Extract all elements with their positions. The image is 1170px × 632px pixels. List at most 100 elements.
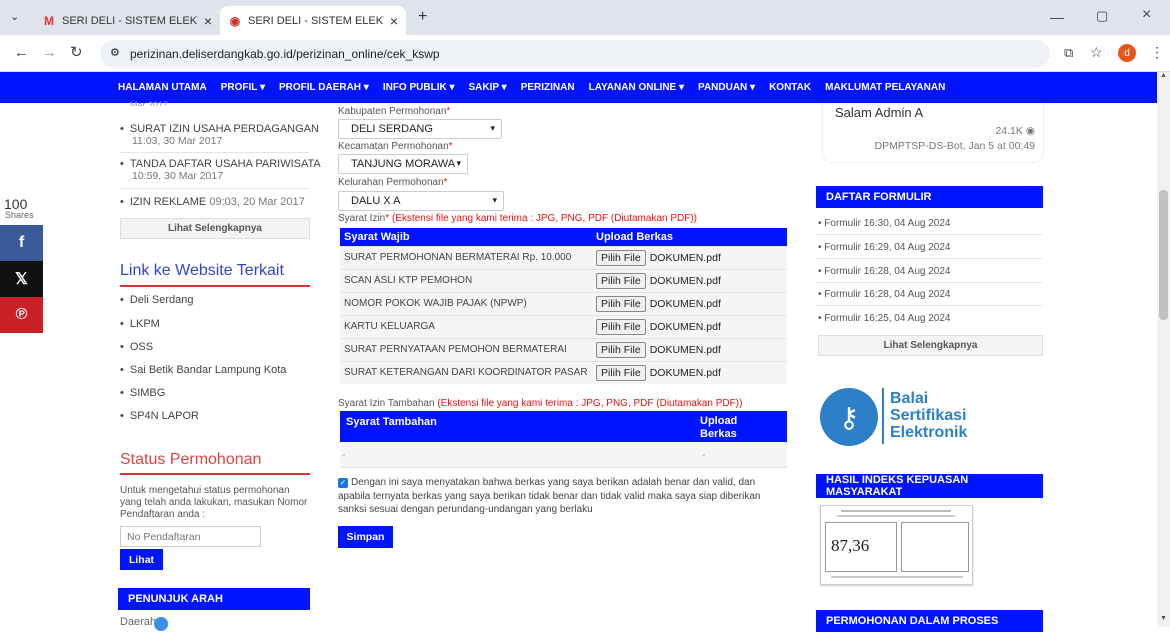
recent-item[interactable]: • SURAT IZIN USAHA PERDAGANGAN 11:03, 30 …	[120, 123, 319, 147]
link-item[interactable]: • SIMBG	[120, 387, 165, 399]
nav-panduan[interactable]: PANDUAN ▾	[698, 82, 755, 93]
recent-title[interactable]: SURAT IZIN USAHA PERDAGANGAN	[130, 123, 319, 135]
col-upload-a: Upload	[700, 415, 738, 427]
kelurahan-select[interactable]: DALU X A ▾	[338, 191, 504, 211]
registration-number-input[interactable]	[120, 526, 261, 547]
nav-kontak[interactable]: KONTAK	[769, 82, 811, 93]
link-item[interactable]: • Deli Serdang	[120, 294, 193, 306]
browser-menu-icon[interactable]: ⋮	[1150, 44, 1164, 61]
more-formulir-button[interactable]: Lihat Selengkapnya	[818, 335, 1043, 356]
bsre-logo[interactable]: ⚷ Balai Sertifikasi Elektronik	[818, 384, 968, 450]
nav-perizinan[interactable]: PERIZINAN	[521, 82, 575, 93]
direction-text[interactable]: Daerah	[120, 616, 156, 628]
table-row: SCAN ASLI KTP PEMOHON Pilih File DOKUMEN.p…	[340, 268, 787, 292]
kabupaten-select[interactable]: DELI SERDANG ▾	[338, 119, 502, 139]
scrollbar-thumb[interactable]	[1159, 190, 1168, 320]
address-bar[interactable]: ⚙ perizinan.deliserdangkab.go.id/perizin…	[100, 40, 1050, 68]
choose-file-button[interactable]: Pilih File	[596, 272, 646, 289]
syarat-label: Syarat Izin	[338, 213, 386, 224]
bookmark-star-icon[interactable]: ☆	[1090, 44, 1103, 61]
nav-profil[interactable]: PROFIL ▾	[221, 82, 265, 93]
col-upload-berkas: Upload Berkas	[592, 228, 787, 246]
choose-file-button[interactable]: Pilih File	[596, 295, 646, 312]
page-scrollbar[interactable]: ▲ ▼	[1157, 72, 1170, 627]
new-tab-button[interactable]: +	[418, 8, 427, 26]
formulir-item[interactable]: • Formulir 16:30, 04 Aug 2024	[818, 218, 950, 229]
formulir-item[interactable]: • Formulir 16:29, 04 Aug 2024	[818, 242, 950, 253]
link-item[interactable]: • OSS	[120, 341, 153, 353]
chat-views: 24.1K ◉	[995, 125, 1035, 137]
site-info-icon[interactable]: ⚙	[110, 46, 120, 59]
formulir-item[interactable]: • Formulir 16:25, 04 Aug 2024	[818, 313, 950, 324]
status-title: Status Permohonan	[120, 451, 262, 468]
link-item[interactable]: • Sai Betik Bandar Lampung Kota	[120, 364, 286, 376]
close-tab-icon[interactable]: ×	[390, 13, 398, 29]
proses-title: PERMOHONAN DALAM PROSES	[816, 610, 1043, 632]
simpan-button[interactable]: Simpan	[338, 526, 393, 548]
choose-file-button[interactable]: Pilih File	[596, 318, 646, 335]
close-window-icon[interactable]: ×	[1142, 6, 1151, 24]
url-text: perizinan.deliserdangkab.go.id/perizinan…	[130, 47, 440, 61]
cut-date: Mar 2017	[130, 100, 169, 106]
address-toolbar: ← → ↻ ⚙ perizinan.deliserdangkab.go.id/p…	[0, 35, 1170, 72]
recent-date: 09:03, 20 Mar 2017	[209, 196, 305, 208]
chat-card: Salam Admin A 24.1K ◉ DPMPTSP-DS-Bot, Ja…	[822, 103, 1044, 163]
tambahan-label: Syarat Izin Tambahan	[338, 398, 435, 409]
recent-title[interactable]: TANDA DAFTAR USAHA PARIWISATA	[130, 158, 321, 170]
x-share-button[interactable]: 𝕏	[0, 261, 43, 297]
nav-info-publik[interactable]: INFO PUBLIK ▾	[383, 82, 455, 93]
recent-date: 11:03, 30 Mar 2017	[132, 135, 223, 147]
nav-maklumat[interactable]: MAKLUMAT PELAYANAN	[825, 82, 945, 93]
facebook-share-button[interactable]: f	[0, 225, 43, 261]
reload-icon[interactable]: ↻	[70, 43, 83, 61]
ikm-document-image[interactable]: 87,36	[820, 505, 973, 585]
share-label: Shares	[5, 210, 34, 220]
kecamatan-label: Kecamatan Permohonan	[338, 141, 449, 152]
more-recent-button[interactable]: Lihat Selengkapnya	[120, 218, 310, 239]
profile-avatar[interactable]: d	[1118, 44, 1136, 62]
kecamatan-select[interactable]: TANJUNG MORAWA ▾	[338, 154, 468, 174]
formulir-item[interactable]: • Formulir 16:28, 04 Aug 2024	[818, 289, 950, 300]
minimize-icon[interactable]: —	[1050, 9, 1064, 25]
choose-file-button[interactable]: Pilih File	[596, 249, 646, 266]
site-favicon-icon: ◉	[229, 13, 241, 28]
browser-tab-2[interactable]: ◉ SERI DELI - SISTEM ELEKTRONIK ×	[220, 6, 406, 35]
gmail-icon: M	[44, 13, 54, 28]
table-row: SURAT PERNYATAAN PEMOHON BERMATERAI Pilih…	[340, 337, 787, 361]
scroll-down-icon[interactable]: ▼	[1160, 615, 1167, 622]
link-item[interactable]: • LKPM	[120, 318, 160, 330]
chevron-down-icon: ▾	[456, 158, 461, 168]
nav-sakip[interactable]: SAKIP ▾	[469, 82, 507, 93]
syarat-note: (Ekstensi file yang kami terima : JPG, P…	[391, 213, 698, 224]
col-upload-b: Berkas	[700, 428, 737, 440]
close-tab-icon[interactable]: ×	[204, 13, 212, 29]
formulir-title: DAFTAR FORMULIR	[816, 186, 1043, 208]
kabupaten-label: Kabupaten Permohonan	[338, 106, 447, 117]
back-icon[interactable]: ←	[14, 44, 29, 61]
syarat-tambahan-header: Syarat Tambahan Upload Berkas	[340, 411, 787, 442]
formulir-item[interactable]: • Formulir 16:28, 04 Aug 2024	[818, 266, 950, 277]
recent-item[interactable]: • TANDA DAFTAR USAHA PARIWISATA 10:59, 30…	[120, 158, 321, 182]
syarat-wajib-table: Syarat Wajib Upload Berkas SURAT PERMOHON…	[340, 228, 787, 384]
browser-tab-1[interactable]: M SERI DELI - SISTEM ELEKTRONIK ×	[34, 6, 220, 35]
check-status-button[interactable]: Lihat	[120, 549, 163, 570]
chevron-down-icon: ▾	[492, 195, 497, 205]
recent-item[interactable]: • IZIN REKLAME 09:03, 20 Mar 2017	[120, 196, 305, 208]
tab-search-icon[interactable]: ⌄	[10, 10, 19, 23]
nav-profil-daerah[interactable]: PROFIL DAERAH ▾	[279, 82, 369, 93]
recent-title[interactable]: IZIN REKLAME	[130, 196, 206, 208]
kelurahan-label: Kelurahan Permohonan	[338, 177, 444, 188]
choose-file-button[interactable]: Pilih File	[596, 364, 646, 381]
nav-halaman-utama[interactable]: HALAMAN UTAMA	[118, 82, 207, 93]
pinterest-share-button[interactable]: ℗	[0, 297, 43, 333]
maximize-icon[interactable]: ▢	[1096, 8, 1108, 24]
link-item[interactable]: • SP4N LAPOR	[120, 410, 199, 422]
scroll-up-icon[interactable]: ▲	[1160, 72, 1167, 79]
site-navbar: HALAMAN UTAMA PROFIL ▾ PROFIL DAERAH ▾ I…	[0, 72, 1157, 103]
nav-layanan-online[interactable]: LAYANAN ONLINE ▾	[589, 82, 684, 93]
forward-icon[interactable]: →	[42, 44, 57, 61]
tab-title: SERI DELI - SISTEM ELEKTRONIK	[248, 14, 384, 27]
choose-file-button[interactable]: Pilih File	[596, 341, 646, 358]
location-icon	[154, 617, 168, 631]
install-app-icon[interactable]: ⧉	[1064, 45, 1073, 61]
